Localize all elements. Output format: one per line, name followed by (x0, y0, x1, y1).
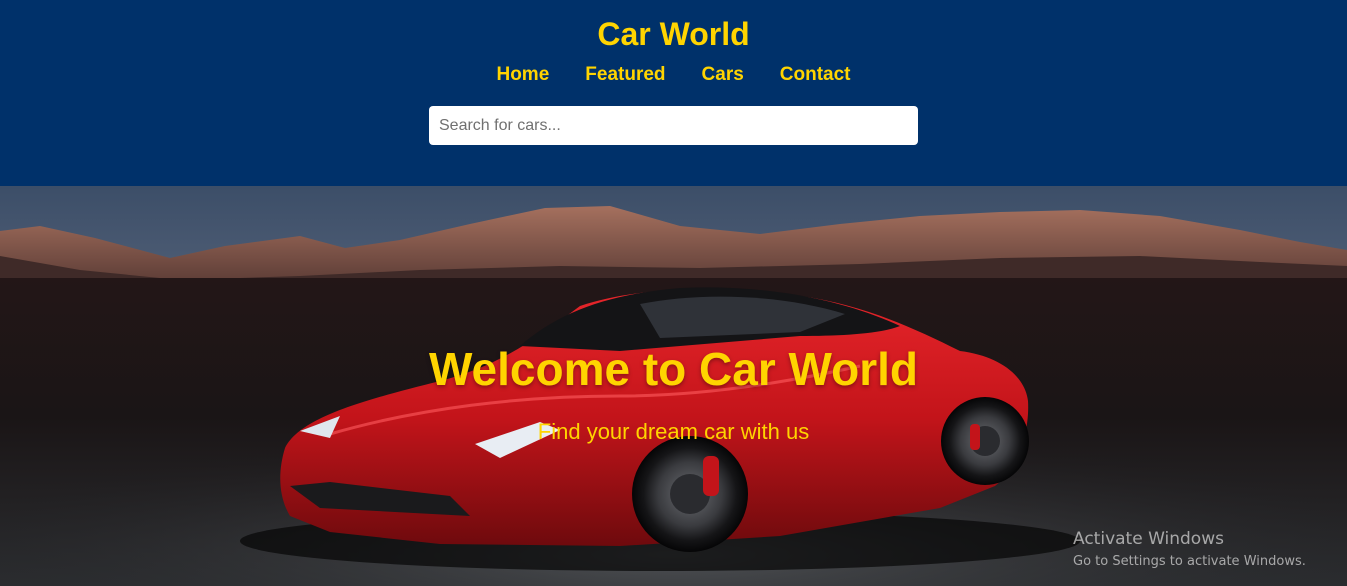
main-nav: Home Featured Cars Contact (0, 62, 1347, 88)
watermark-subtitle: Go to Settings to activate Windows. (1073, 554, 1306, 569)
site-title: Car World (597, 16, 750, 52)
nav-link-featured[interactable]: Featured (585, 62, 665, 88)
search-input[interactable] (429, 106, 918, 145)
watermark-title: Activate Windows (1073, 529, 1224, 549)
nav-link-contact[interactable]: Contact (780, 62, 851, 88)
hero-title: Welcome to Car World (428, 343, 919, 395)
activate-windows-watermark: Activate Windows Go to Settings to activ… (1073, 528, 1306, 572)
hero-banner: Welcome to Car World Find your dream car… (0, 186, 1347, 586)
site-header: Car World Home Featured Cars Contact (0, 0, 1347, 186)
hero-subtitle: Find your dream car with us (537, 419, 810, 444)
nav-link-home[interactable]: Home (496, 62, 549, 88)
nav-link-cars[interactable]: Cars (702, 62, 744, 88)
